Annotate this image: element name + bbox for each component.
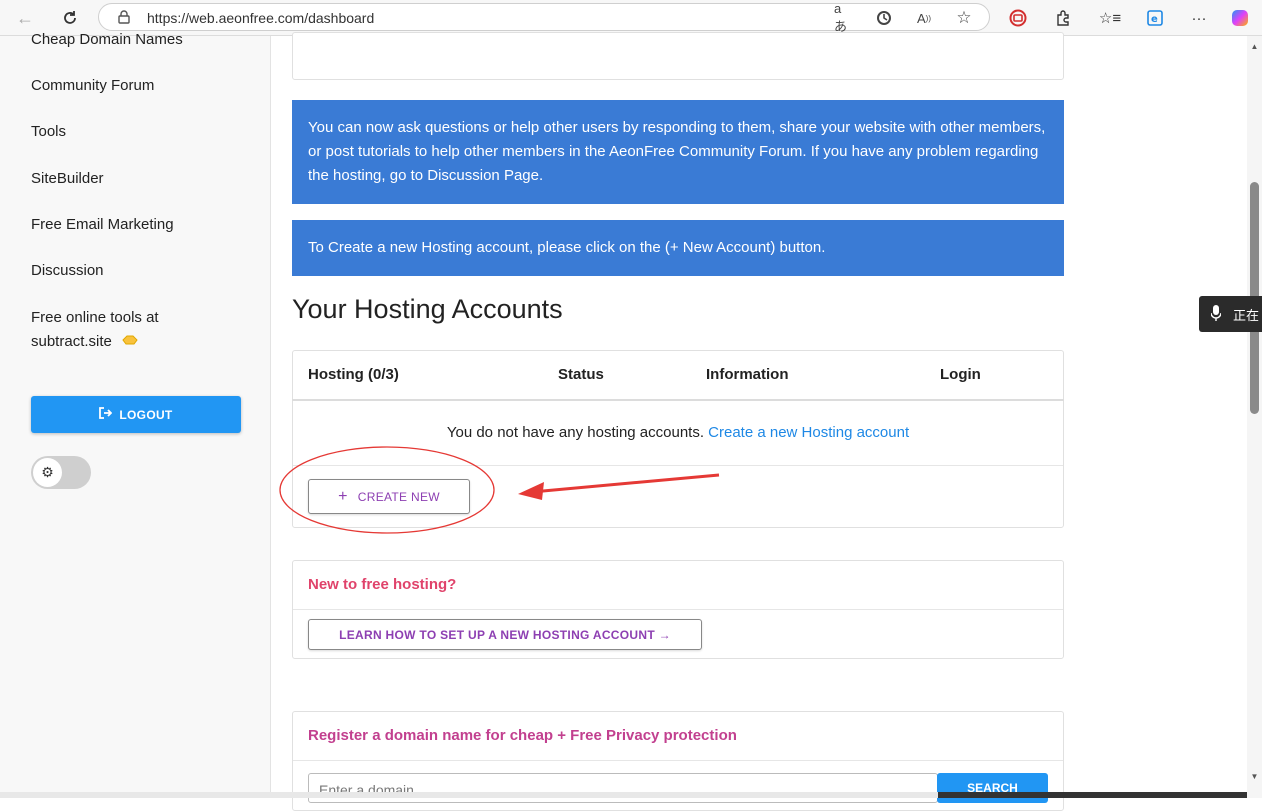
edge-refresh-icon[interactable]: [874, 8, 894, 28]
extensions-puzzle-icon[interactable]: [1051, 6, 1075, 30]
microphone-icon: [1210, 304, 1222, 324]
logout-button[interactable]: LOGOUT: [31, 396, 241, 433]
lock-icon: [118, 10, 130, 24]
highlight-ellipse: [279, 446, 495, 534]
red-annotation: [279, 446, 720, 534]
scroll-up-icon[interactable]: ▲: [1250, 42, 1259, 51]
url-text[interactable]: https://web.aeonfree.com/dashboard: [147, 10, 374, 26]
bottom-edge: [0, 792, 1247, 798]
logout-label: LOGOUT: [119, 407, 173, 422]
sidebar-item-subtract-site[interactable]: subtract.site: [31, 330, 138, 354]
new-to-hosting-title: New to free hosting?: [308, 576, 457, 593]
domain-search-input[interactable]: Enter a domain: [308, 773, 938, 803]
subtract-site-label: subtract.site: [31, 333, 112, 350]
address-bar[interactable]: https://web.aeonfree.com/dashboard aあ A)…: [98, 1, 990, 34]
translate-icon[interactable]: aあ: [834, 1, 854, 34]
scroll-down-icon[interactable]: ▼: [1250, 772, 1259, 781]
create-hosting-link[interactable]: Create a new Hosting account: [708, 424, 909, 441]
voice-popup-text: 正在: [1233, 307, 1260, 323]
sidebar-item-sitebuilder[interactable]: SiteBuilder: [31, 167, 104, 191]
card-divider: [293, 609, 1063, 610]
browser-toolbar: ← https://web.aeonfree.com/dashboard aあ …: [0, 0, 1262, 36]
bottom-dark-bar: [938, 792, 1247, 798]
column-header-status: Status: [558, 366, 604, 383]
favorite-star-icon[interactable]: ☆: [954, 8, 974, 28]
back-icon[interactable]: ←: [13, 6, 37, 30]
table-header-divider: [292, 399, 1064, 401]
sidebar-item-community-forum[interactable]: Community Forum: [31, 74, 154, 98]
gear-icon: ⚙: [33, 458, 62, 487]
vertical-scrollbar[interactable]: ▲ ▼: [1247, 36, 1262, 798]
column-header-hosting: Hosting (0/3): [308, 366, 399, 383]
favorites-icon[interactable]: ☆≡: [1098, 6, 1122, 30]
create-account-banner: To Create a new Hosting account, please …: [292, 220, 1064, 276]
sidebar-item-discussion[interactable]: Discussion: [31, 259, 104, 283]
page-title: Your Hosting Accounts: [292, 294, 563, 324]
more-options-icon[interactable]: ···: [1187, 6, 1211, 30]
learn-hosting-button[interactable]: LEARN HOW TO SET UP A NEW HOSTING ACCOUN…: [308, 619, 702, 650]
read-aloud-icon[interactable]: A)): [914, 8, 934, 28]
main-content: You can now ask questions or help other …: [272, 32, 1247, 811]
forum-banner: You can now ask questions or help other …: [292, 100, 1064, 204]
sidebar-item-free-email-marketing[interactable]: Free Email Marketing: [31, 213, 174, 237]
sidebar-item-free-online-tools[interactable]: Free online tools at: [31, 306, 159, 330]
sidebar: Cheap Domain Names Community Forum Tools…: [0, 31, 271, 798]
sidebar-item-cheap-domain-names[interactable]: Cheap Domain Names: [31, 28, 183, 52]
sign-out-icon: [99, 407, 113, 422]
refresh-icon[interactable]: [58, 6, 82, 30]
column-header-information: Information: [706, 366, 789, 383]
copilot-icon[interactable]: [1228, 6, 1252, 30]
handshake-icon: [122, 330, 138, 354]
domain-register-title: Register a domain name for cheap + Free …: [308, 727, 737, 744]
voice-input-popup[interactable]: 正在: [1199, 296, 1262, 332]
svg-text:e: e: [1151, 14, 1158, 25]
column-header-login: Login: [940, 366, 981, 383]
extension-red-icon[interactable]: [1006, 6, 1030, 30]
sidebar-item-tools[interactable]: Tools: [31, 120, 66, 144]
theme-toggle[interactable]: ⚙: [31, 456, 91, 489]
red-arrow-icon: [518, 473, 720, 500]
domain-card-divider: [293, 760, 1063, 761]
collections-icon[interactable]: e: [1143, 6, 1167, 30]
top-card: [292, 32, 1064, 80]
domain-search-button[interactable]: SEARCH: [937, 773, 1048, 803]
